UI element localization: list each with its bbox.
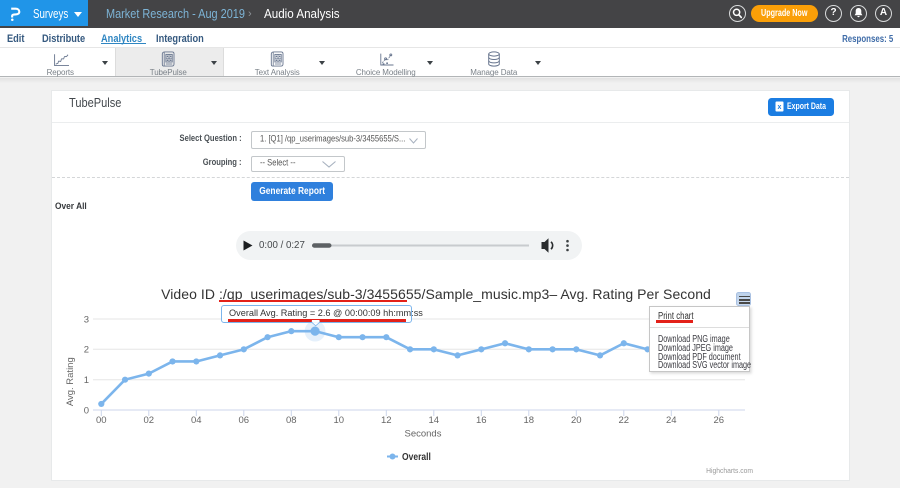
svg-text:Avg. Rating: Avg. Rating	[65, 357, 76, 406]
svg-text:10: 10	[334, 415, 345, 426]
svg-text:26: 26	[714, 415, 725, 426]
svg-text:08: 08	[286, 415, 297, 426]
svg-text:12: 12	[381, 415, 392, 426]
svg-text:20: 20	[571, 415, 582, 426]
svg-text:2: 2	[84, 345, 89, 356]
svg-text:22: 22	[619, 415, 630, 426]
svg-text:3: 3	[84, 314, 89, 325]
svg-text:18: 18	[524, 415, 535, 426]
svg-text:04: 04	[191, 415, 202, 426]
svg-text:14: 14	[429, 415, 440, 426]
svg-text:00: 00	[96, 415, 107, 426]
svg-text:0: 0	[84, 405, 89, 416]
svg-text:06: 06	[239, 415, 250, 426]
svg-text:16: 16	[476, 415, 487, 426]
svg-text:24: 24	[666, 415, 677, 426]
svg-text:Seconds: Seconds	[405, 429, 442, 440]
svg-text:1: 1	[84, 375, 89, 386]
svg-text:02: 02	[144, 415, 155, 426]
